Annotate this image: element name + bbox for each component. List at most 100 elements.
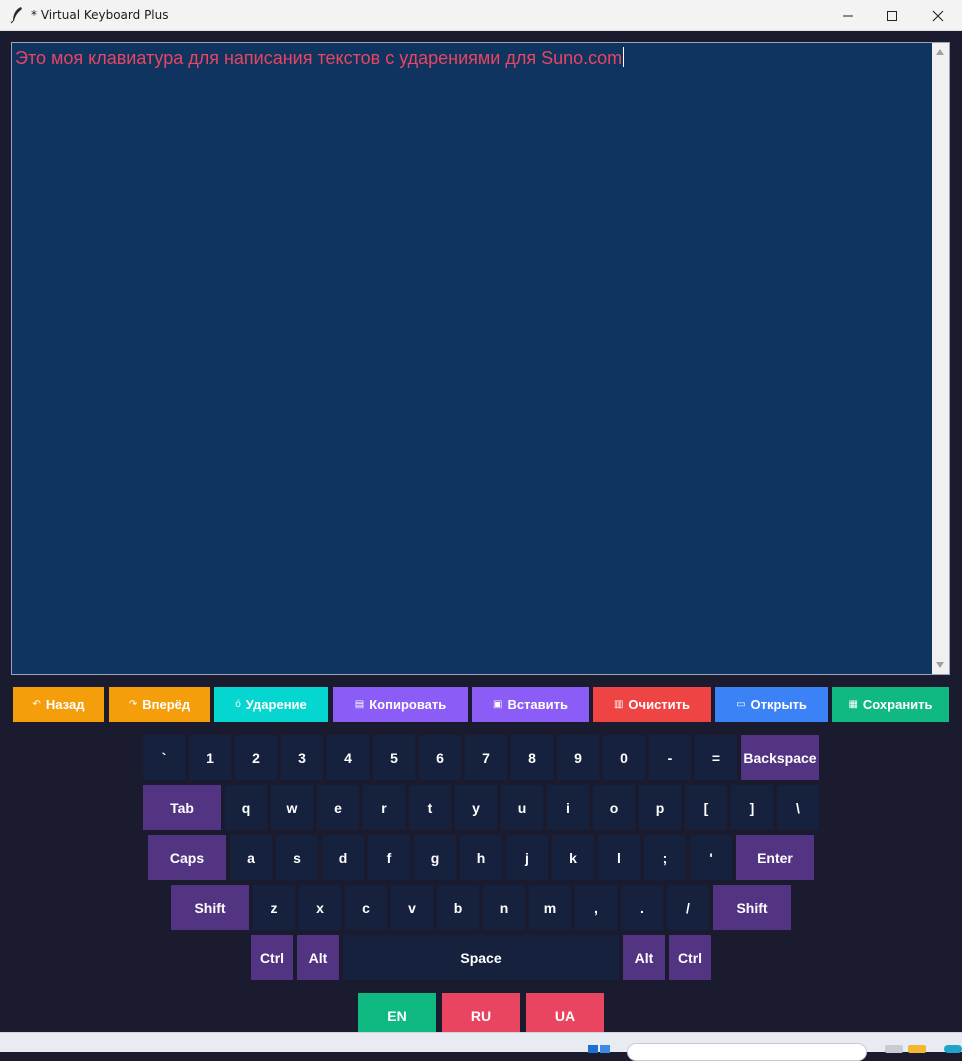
key-r[interactable]: r <box>363 785 405 830</box>
paste-button[interactable]: ▣ Вставить <box>472 687 589 722</box>
app-window: * Virtual Keyboard Plus Это моя клавиату… <box>0 0 962 1038</box>
key-y[interactable]: y <box>455 785 497 830</box>
key-3[interactable]: 3 <box>281 735 323 780</box>
key-7[interactable]: 7 <box>465 735 507 780</box>
text-cursor <box>623 47 625 67</box>
copy-button-label: Копировать <box>369 697 447 712</box>
key-period[interactable]: . <box>621 885 663 930</box>
key-6[interactable]: 6 <box>419 735 461 780</box>
key-left-bracket[interactable]: [ <box>685 785 727 830</box>
key-o[interactable]: o <box>593 785 635 830</box>
key-caps[interactable]: Caps <box>148 835 226 880</box>
key-backslash[interactable]: \ <box>777 785 819 830</box>
clear-button[interactable]: ▥ Очистить <box>593 687 711 722</box>
copy-icon: ▤ <box>354 699 365 710</box>
forward-button-label: Вперёд <box>142 697 191 712</box>
key-z[interactable]: z <box>253 885 295 930</box>
folder-icon: ▭ <box>736 699 746 710</box>
maximize-button[interactable] <box>869 0 915 31</box>
key-semicolon[interactable]: ; <box>644 835 686 880</box>
key-n[interactable]: n <box>483 885 525 930</box>
key-s[interactable]: s <box>276 835 318 880</box>
key-p[interactable]: p <box>639 785 681 830</box>
key-0[interactable]: 0 <box>603 735 645 780</box>
text-editor[interactable]: Это моя клавиатура для написания текстов… <box>11 42 950 675</box>
stress-icon: ó <box>235 699 241 710</box>
close-button[interactable] <box>915 0 961 31</box>
key-x[interactable]: x <box>299 885 341 930</box>
key-b[interactable]: b <box>437 885 479 930</box>
save-button-label: Сохранить <box>862 697 933 712</box>
key-ctrl-right[interactable]: Ctrl <box>669 935 711 980</box>
key-i[interactable]: i <box>547 785 589 830</box>
key-9[interactable]: 9 <box>557 735 599 780</box>
key-backspace[interactable]: Backspace <box>741 735 819 780</box>
back-button-label: Назад <box>45 697 85 712</box>
key-a[interactable]: a <box>230 835 272 880</box>
scroll-down-arrow-icon[interactable] <box>936 662 944 668</box>
save-icon: ▦ <box>848 699 858 710</box>
clear-button-label: Очистить <box>628 697 691 712</box>
key-g[interactable]: g <box>414 835 456 880</box>
key-j[interactable]: j <box>506 835 548 880</box>
minimize-button[interactable] <box>825 0 871 31</box>
key-v[interactable]: v <box>391 885 433 930</box>
forward-button[interactable]: ↷ Вперёд <box>109 687 210 722</box>
key-c[interactable]: c <box>345 885 387 930</box>
key-enter[interactable]: Enter <box>736 835 814 880</box>
key-m[interactable]: m <box>529 885 571 930</box>
key-right-bracket[interactable]: ] <box>731 785 773 830</box>
key-slash[interactable]: / <box>667 885 709 930</box>
key-minus[interactable]: - <box>649 735 691 780</box>
stress-button-label: Ударение <box>245 697 307 712</box>
key-d[interactable]: d <box>322 835 364 880</box>
key-k[interactable]: k <box>552 835 594 880</box>
key-w[interactable]: w <box>271 785 313 830</box>
taskbar <box>0 1032 962 1061</box>
paste-button-label: Вставить <box>507 697 568 712</box>
key-tab[interactable]: Tab <box>143 785 221 830</box>
back-button[interactable]: ↶ Назад <box>13 687 104 722</box>
scroll-up-arrow-icon[interactable] <box>936 49 944 55</box>
key-quote[interactable]: ' <box>690 835 732 880</box>
undo-icon: ↶ <box>32 699 41 710</box>
taskbar-search-box[interactable] <box>627 1043 867 1061</box>
key-shift-left[interactable]: Shift <box>171 885 249 930</box>
open-button[interactable]: ▭ Открыть <box>715 687 828 722</box>
window-title: * Virtual Keyboard Plus <box>31 8 169 22</box>
title-bar[interactable]: * Virtual Keyboard Plus <box>0 0 962 31</box>
key-alt-right[interactable]: Alt <box>623 935 665 980</box>
maximize-icon <box>887 10 897 21</box>
paste-icon: ▣ <box>492 699 503 710</box>
key-q[interactable]: q <box>225 785 267 830</box>
key-2[interactable]: 2 <box>235 735 277 780</box>
key-5[interactable]: 5 <box>373 735 415 780</box>
save-button[interactable]: ▦ Сохранить <box>832 687 949 722</box>
key-space[interactable]: Space <box>343 935 619 980</box>
key-t[interactable]: t <box>409 785 451 830</box>
redo-icon: ↷ <box>128 699 138 710</box>
stress-button[interactable]: ó Ударение <box>214 687 328 722</box>
key-alt-left[interactable]: Alt <box>297 935 339 980</box>
key-e[interactable]: e <box>317 785 359 830</box>
trash-icon: ▥ <box>613 699 624 710</box>
key-backtick[interactable]: ` <box>143 735 185 780</box>
key-8[interactable]: 8 <box>511 735 553 780</box>
key-comma[interactable]: , <box>575 885 617 930</box>
key-shift-right[interactable]: Shift <box>713 885 791 930</box>
key-f[interactable]: f <box>368 835 410 880</box>
editor-text: Это моя клавиатура для написания текстов… <box>15 48 623 68</box>
key-h[interactable]: h <box>460 835 502 880</box>
key-l[interactable]: l <box>598 835 640 880</box>
key-equals[interactable]: = <box>695 735 737 780</box>
vertical-scrollbar[interactable] <box>932 43 949 674</box>
editor-content: Это моя клавиатура для написания текстов… <box>15 47 625 69</box>
open-button-label: Открыть <box>750 697 807 712</box>
close-icon <box>932 10 944 21</box>
key-4[interactable]: 4 <box>327 735 369 780</box>
copy-button[interactable]: ▤ Копировать <box>333 687 468 722</box>
minimize-icon <box>843 15 853 16</box>
key-u[interactable]: u <box>501 785 543 830</box>
key-ctrl-left[interactable]: Ctrl <box>251 935 293 980</box>
key-1[interactable]: 1 <box>189 735 231 780</box>
